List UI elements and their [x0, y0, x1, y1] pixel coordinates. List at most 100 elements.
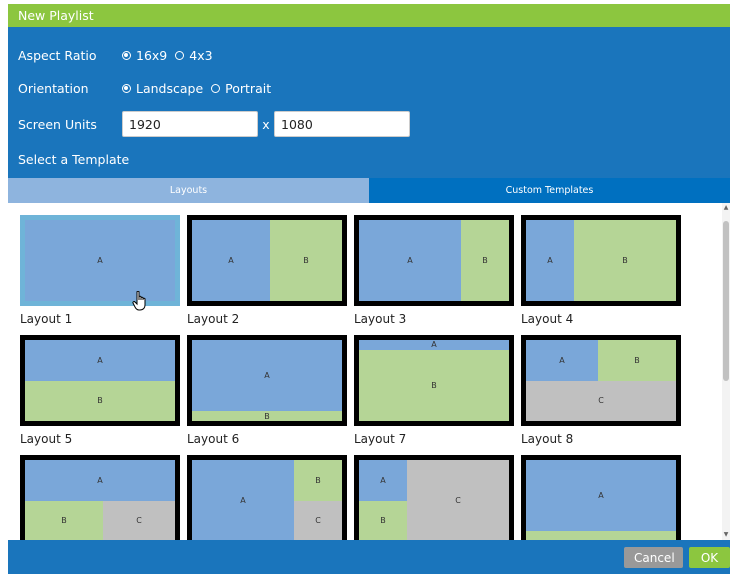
radio-unselected-icon[interactable]: [175, 50, 185, 60]
region-a: A: [25, 220, 175, 301]
dialog-title: New Playlist: [8, 4, 730, 27]
layout-frame: A B: [192, 220, 342, 301]
layout-label: Layout 6: [187, 432, 240, 446]
layout-label: Layout 2: [187, 312, 240, 326]
layout-card-1[interactable]: A Layout 1: [20, 215, 180, 326]
region-c: C: [294, 500, 342, 540]
aspect-16x9-option[interactable]: 16x9: [122, 48, 167, 63]
layout-label: Layout 4: [521, 312, 574, 326]
orientation-row: Orientation Landscape Portrait: [18, 75, 279, 101]
aspect-16x9-label: 16x9: [136, 47, 168, 63]
layout-label: Layout 8: [521, 432, 574, 446]
layout-card-6[interactable]: A B Layout 6: [187, 335, 347, 446]
screen-units-label: Screen Units: [18, 116, 97, 132]
layout-thumbnail[interactable]: A B: [521, 215, 681, 306]
region-b: [526, 531, 676, 540]
layout-label: Layout 5: [20, 432, 73, 446]
region-b: B: [25, 380, 175, 421]
orientation-label: Orientation: [18, 80, 89, 96]
layout-label: Layout 3: [354, 312, 407, 326]
layout-thumbnail[interactable]: A: [20, 215, 180, 306]
region-a: A: [359, 220, 461, 301]
layout-card-9[interactable]: A B C: [20, 455, 180, 540]
layout-frame: A B C: [25, 460, 175, 540]
layout-grid-scrollbar[interactable]: ▲ ▼: [722, 203, 730, 540]
region-a: A: [192, 460, 294, 540]
region-a: A: [526, 460, 676, 532]
layout-thumbnail[interactable]: A B C: [20, 455, 180, 540]
region-a: A: [25, 340, 175, 381]
layout-thumbnail[interactable]: A B: [354, 215, 514, 306]
region-c: C: [103, 500, 175, 540]
region-b: B: [359, 500, 407, 540]
layout-card-4[interactable]: A B Layout 4: [521, 215, 681, 326]
region-a: A: [526, 220, 574, 301]
tab-custom-templates[interactable]: Custom Templates: [369, 178, 730, 203]
layout-frame: A B: [359, 220, 509, 301]
region-c: C: [407, 460, 509, 540]
layout-frame: A: [25, 220, 175, 301]
template-heading-row: Select a Template: [18, 146, 129, 172]
aspect-4x3-option[interactable]: 4x3: [175, 47, 213, 63]
orientation-landscape-label: Landscape: [136, 80, 204, 96]
orientation-portrait-label: Portrait: [225, 80, 272, 96]
layout-thumbnail[interactable]: A B C: [354, 455, 514, 540]
layout-card-5[interactable]: A B Layout 5: [20, 335, 180, 446]
layout-thumbnail[interactable]: A: [521, 455, 681, 540]
layout-frame: A B: [25, 340, 175, 421]
orientation-portrait-option[interactable]: Portrait: [211, 81, 271, 96]
layout-frame: A B C: [192, 460, 342, 540]
region-b: B: [25, 500, 103, 540]
scroll-thumb[interactable]: [723, 221, 729, 381]
scroll-down-icon[interactable]: ▼: [723, 532, 729, 538]
layout-card-10[interactable]: A B C: [187, 455, 347, 540]
layout-thumbnail[interactable]: A B: [187, 335, 347, 426]
aspect-4x3-label: 4x3: [189, 47, 213, 63]
tab-layouts[interactable]: Layouts: [8, 178, 369, 203]
region-a: A: [359, 340, 509, 350]
layout-thumbnail[interactable]: A B C: [187, 455, 347, 540]
layout-frame: A B C: [359, 460, 509, 540]
layout-card-8[interactable]: A B C Layout 8: [521, 335, 681, 446]
layout-frame: A B: [192, 340, 342, 421]
layout-frame: A B: [526, 220, 676, 301]
region-c: C: [526, 380, 676, 421]
region-b: B: [294, 460, 342, 501]
layout-thumbnail[interactable]: A B C: [521, 335, 681, 426]
layout-card-12[interactable]: A: [521, 455, 681, 540]
playlist-settings-form: Aspect Ratio 16x9 4x3 Orientation Landsc…: [8, 27, 730, 182]
radio-selected-icon[interactable]: [122, 83, 131, 93]
region-a: A: [192, 340, 342, 412]
template-tabs: Layouts Custom Templates: [8, 178, 730, 203]
layout-label: Layout 1: [20, 312, 73, 326]
region-b: B: [574, 220, 676, 301]
dimension-separator: x: [262, 116, 270, 132]
layout-card-3[interactable]: A B Layout 3: [354, 215, 514, 326]
ok-button[interactable]: OK: [689, 547, 730, 568]
layout-label: Layout 7: [354, 432, 407, 446]
layout-grid: A Layout 1 A B Layout 2 A B Layout 3 A B…: [8, 203, 723, 540]
radio-selected-icon[interactable]: [122, 50, 131, 60]
layout-card-11[interactable]: A B C: [354, 455, 514, 540]
region-b: B: [270, 220, 342, 301]
layout-card-2[interactable]: A B Layout 2: [187, 215, 347, 326]
layout-thumbnail[interactable]: A B: [354, 335, 514, 426]
screen-height-input[interactable]: [274, 111, 410, 137]
layout-frame: A: [526, 460, 676, 540]
region-b: B: [461, 220, 509, 301]
scroll-up-icon[interactable]: ▲: [723, 205, 729, 211]
layout-thumbnail[interactable]: A B: [187, 215, 347, 306]
radio-unselected-icon[interactable]: [211, 83, 221, 93]
region-a: A: [526, 340, 598, 381]
screen-width-input[interactable]: [122, 111, 258, 137]
layout-card-7[interactable]: A B Layout 7: [354, 335, 514, 446]
new-playlist-dialog: New Playlist Aspect Ratio 16x9 4x3 Orien…: [8, 4, 730, 574]
cancel-button[interactable]: Cancel: [624, 547, 683, 568]
region-b: B: [598, 340, 676, 381]
layout-thumbnail[interactable]: A B: [20, 335, 180, 426]
region-a: A: [359, 460, 407, 501]
layout-frame: A B C: [526, 340, 676, 421]
orientation-landscape-option[interactable]: Landscape: [122, 81, 203, 96]
screen-units-row: Screen Units x: [18, 111, 410, 137]
select-template-heading: Select a Template: [18, 151, 130, 167]
